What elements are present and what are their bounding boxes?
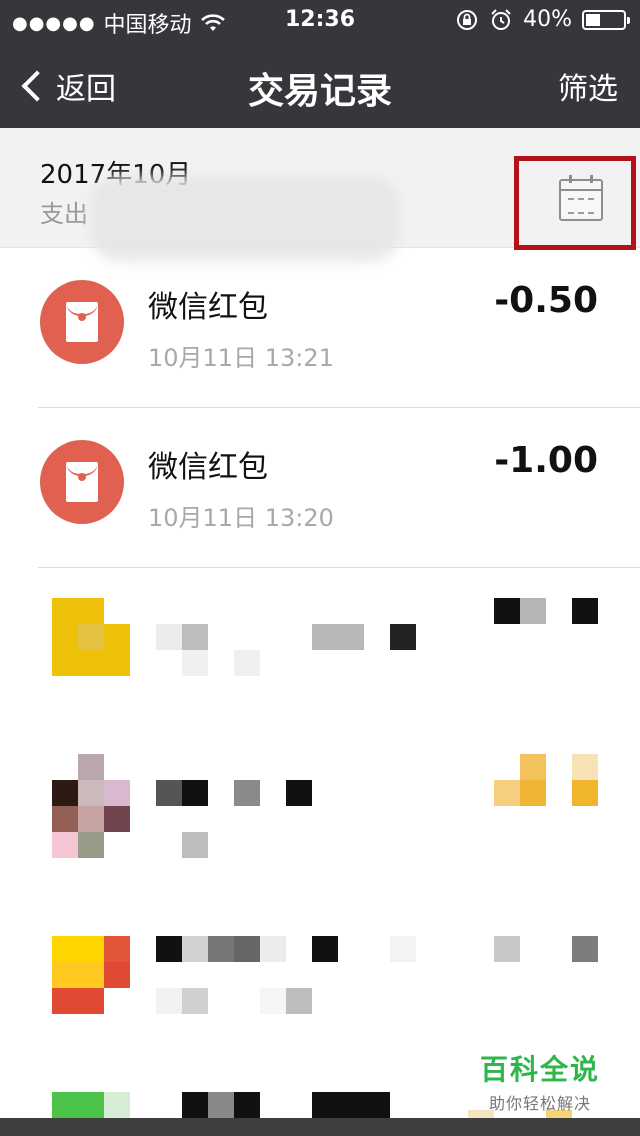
mosaic-block [494,936,520,962]
mosaic-block [234,780,260,806]
bottom-edge [0,1118,640,1136]
mosaic-block [182,780,208,806]
filter-button[interactable]: 筛选 [558,64,618,108]
mosaic-block [286,988,312,1014]
calendar-icon[interactable] [559,175,603,221]
mosaic-block [520,754,546,780]
mosaic-block [182,832,208,858]
mosaic-block [234,936,260,962]
calendar-ring [569,175,572,183]
red-packet-icon [40,440,124,524]
mosaic-block [52,988,104,1014]
envelope-shape [66,302,98,342]
mosaic-block [494,598,520,624]
mosaic-block [156,936,182,962]
mosaic-block [78,754,104,780]
alarm-icon [491,8,511,30]
battery-fill [586,13,601,26]
mosaic-block [52,962,104,988]
mosaic-block [104,806,130,832]
mosaic-block [104,1092,130,1118]
transaction-row[interactable]: 微信红包 10月11日 13:21 -0.50 [0,248,640,408]
mosaic-block [104,936,130,962]
mosaic-block [312,624,364,650]
envelope-shape [66,462,98,502]
mosaic-block [156,988,182,1014]
mosaic-block [520,780,546,806]
mosaic-block [182,988,208,1014]
watermark-title: 百科全说 [479,1053,600,1086]
watermark-subtitle: 助你轻松解决 [488,1094,591,1113]
transaction-time: 10月11日 13:21 [148,344,334,372]
red-packet-icon [40,280,124,364]
status-right: 40% [455,7,630,32]
mosaic-block [156,780,182,806]
nav-bar: 返回 交易记录 筛选 [0,40,640,128]
mosaic-block [520,598,546,624]
calendar-header-line [561,189,601,191]
month-header: 2017年10月 支出 [0,128,640,262]
watermark: 百科全说 助你轻松解决 [470,1048,610,1114]
mosaic-block [104,962,130,988]
mosaic-block [78,832,104,858]
mosaic-block [52,780,78,806]
mosaic-block [208,936,234,962]
mosaic-block [52,832,78,858]
mosaic-block [78,806,104,832]
mosaic-block [182,936,208,962]
battery-icon [582,9,630,30]
calendar-grid [568,198,594,214]
rotation-lock-icon [457,9,478,30]
mosaic-block [494,780,520,806]
mosaic-block [52,936,104,962]
mosaic-block [52,598,104,624]
transaction-name: 微信红包 [148,290,268,325]
mosaic-block [572,598,598,624]
mosaic-block [156,624,182,650]
status-bar: ●●●●● 中国移动 12:36 40% [0,0,640,40]
transaction-row[interactable]: 微信红包 10月11日 13:20 -1.00 [0,408,640,568]
month-subtitle: 支出 [40,200,88,228]
mosaic-block [182,650,208,676]
transaction-name: 微信红包 [148,450,268,485]
mosaic-block [52,806,78,832]
transaction-time: 10月11日 13:20 [148,504,334,532]
mosaic-block [312,1092,390,1118]
calendar-highlight-box [514,156,636,250]
mosaic-block [182,1092,208,1118]
mosaic-block [78,780,104,806]
mosaic-block [260,936,286,962]
row-divider [38,567,640,568]
mosaic-block [260,988,286,1014]
battery-percent: 40% [523,7,572,32]
mosaic-block [52,1092,104,1118]
mosaic-block [390,936,416,962]
mosaic-block [286,780,312,806]
mosaic-block [104,780,130,806]
mosaic-block [572,780,598,806]
mosaic-block [208,1092,234,1118]
transaction-amount: -1.00 [494,440,598,481]
mosaic-block [572,936,598,962]
mosaic-block [312,936,338,962]
mosaic-block [182,624,208,650]
mosaic-block [390,624,416,650]
page-title: 交易记录 [247,71,392,112]
mosaic-block [234,650,260,676]
mosaic-block [572,754,598,780]
mosaic-block [78,624,104,650]
calendar-ring [590,175,593,183]
mosaic-block [234,1092,260,1118]
transaction-amount: -0.50 [494,280,598,321]
